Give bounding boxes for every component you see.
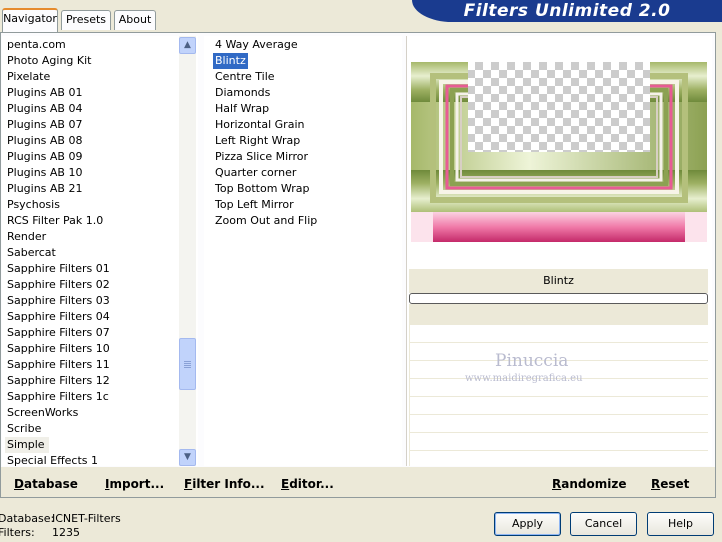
status-filters-value: 1235 bbox=[52, 526, 80, 539]
category-item[interactable]: Sapphire Filters 11 bbox=[7, 357, 110, 373]
category-item[interactable]: RCS Filter Pak 1.0 bbox=[7, 213, 103, 229]
category-item[interactable]: penta.com bbox=[7, 37, 66, 53]
filter-item[interactable]: 4 Way Average bbox=[215, 37, 298, 53]
status-database-value: ICNET-Filters bbox=[52, 512, 121, 525]
filter-item[interactable]: Top Left Mirror bbox=[215, 197, 294, 213]
filter-item[interactable]: Pizza Slice Mirror bbox=[215, 149, 308, 165]
category-item[interactable]: Scribe bbox=[7, 421, 41, 437]
cancel-button[interactable]: Cancel bbox=[570, 512, 637, 536]
filter-item[interactable]: Horizontal Grain bbox=[215, 117, 304, 133]
apply-button[interactable]: Apply bbox=[494, 512, 561, 536]
database-button[interactable]: Database bbox=[14, 477, 78, 491]
category-scrollbar-thumb[interactable] bbox=[179, 338, 196, 390]
category-item[interactable]: Psychosis bbox=[7, 197, 60, 213]
filter-item[interactable]: Centre Tile bbox=[215, 69, 275, 85]
category-item[interactable]: Sapphire Filters 10 bbox=[7, 341, 110, 357]
category-item[interactable]: Sapphire Filters 04 bbox=[7, 309, 110, 325]
category-item[interactable]: Plugins AB 07 bbox=[7, 117, 82, 133]
parameter-row[interactable] bbox=[410, 450, 708, 466]
filter-item[interactable]: Left Right Wrap bbox=[215, 133, 300, 149]
parameter-row[interactable] bbox=[410, 324, 708, 342]
category-item[interactable]: Pixelate bbox=[7, 69, 50, 85]
watermark-name: Pinuccia bbox=[495, 351, 569, 371]
watermark-url: www.maidiregrafica.eu bbox=[465, 373, 583, 384]
tab-about[interactable]: About bbox=[114, 10, 156, 30]
category-item[interactable]: Plugins AB 01 bbox=[7, 85, 82, 101]
tab-navigator[interactable]: Navigator bbox=[2, 8, 58, 32]
filter-info-button[interactable]: Filter Info... bbox=[184, 477, 265, 491]
filter-item[interactable]: Top Bottom Wrap bbox=[215, 181, 310, 197]
category-item[interactable]: Sapphire Filters 03 bbox=[7, 293, 110, 309]
status-filters-label: Filters: bbox=[0, 526, 35, 539]
status-database-label: Database: bbox=[0, 512, 55, 525]
category-item[interactable]: Photo Aging Kit bbox=[7, 53, 91, 69]
category-item[interactable]: Render bbox=[7, 229, 46, 245]
category-item[interactable]: Sapphire Filters 01 bbox=[7, 261, 110, 277]
category-scrollbar-track[interactable] bbox=[179, 36, 196, 466]
category-item[interactable]: Plugins AB 08 bbox=[7, 133, 82, 149]
category-item[interactable]: Sapphire Filters 07 bbox=[7, 325, 110, 341]
category-item[interactable]: Sapphire Filters 1c bbox=[7, 389, 109, 405]
preview-progress-bar bbox=[409, 293, 708, 304]
filter-item[interactable]: Quarter corner bbox=[215, 165, 296, 181]
parameter-row[interactable] bbox=[410, 396, 708, 414]
tab-presets[interactable]: Presets bbox=[61, 10, 111, 30]
category-item[interactable]: Sapphire Filters 12 bbox=[7, 373, 110, 389]
editor-button[interactable]: Editor... bbox=[281, 477, 334, 491]
preview-filter-name: Blintz bbox=[543, 274, 574, 287]
category-item[interactable]: Simple bbox=[5, 437, 49, 453]
parameter-row[interactable] bbox=[410, 414, 708, 432]
preview-image bbox=[411, 62, 707, 242]
help-button[interactable]: Help bbox=[647, 512, 714, 536]
category-item[interactable]: ScreenWorks bbox=[7, 405, 78, 421]
filter-item[interactable]: Half Wrap bbox=[215, 101, 269, 117]
filter-item[interactable]: Zoom Out and Flip bbox=[215, 213, 317, 229]
reset-button[interactable]: Reset bbox=[651, 477, 689, 491]
filter-item[interactable]: Blintz bbox=[213, 53, 248, 69]
randomize-button[interactable]: Randomize bbox=[552, 477, 626, 491]
scroll-up-icon[interactable]: ▲ bbox=[179, 37, 196, 54]
category-item[interactable]: Sabercat bbox=[7, 245, 56, 261]
category-item[interactable]: Plugins AB 04 bbox=[7, 101, 82, 117]
category-item[interactable]: Sapphire Filters 02 bbox=[7, 277, 110, 293]
category-item[interactable]: Plugins AB 10 bbox=[7, 165, 82, 181]
filter-item[interactable]: Diamonds bbox=[215, 85, 270, 101]
category-item[interactable]: Plugins AB 21 bbox=[7, 181, 82, 197]
category-item[interactable]: Plugins AB 09 bbox=[7, 149, 82, 165]
import-button[interactable]: Import... bbox=[105, 477, 164, 491]
scroll-down-icon[interactable]: ▼ bbox=[179, 449, 196, 466]
app-title-banner: Filters Unlimited 2.0 bbox=[412, 0, 722, 22]
parameter-row[interactable] bbox=[410, 432, 708, 450]
